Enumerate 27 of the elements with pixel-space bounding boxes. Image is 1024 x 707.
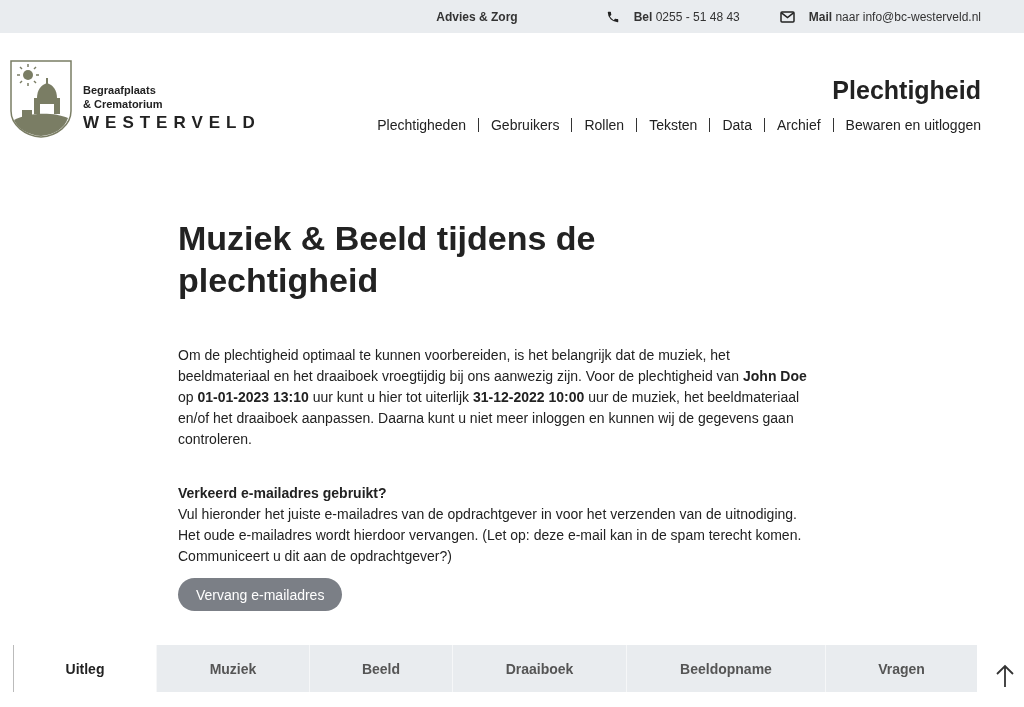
nav-link[interactable]: Bewaren en uitloggen bbox=[845, 117, 981, 133]
scroll-top-icon[interactable] bbox=[995, 663, 1015, 688]
logo-name: WESTERVELD bbox=[83, 113, 261, 133]
email-paragraph: Vul hieronder het juiste e-mailadres van de opdrachtgever in voor het verzenden van de uitnodiging. Het oude e-mailadres wordt hierdoor vervangen. (Let op: deze e-mail kan in de spam terecht komen. Communiceert u dit aan de opdrachtgever?) bbox=[178, 505, 803, 566]
nav-link[interactable]: Teksten bbox=[649, 117, 698, 133]
heading: Muziek & Beeld tijdens de plechtigheid bbox=[178, 218, 597, 301]
replace-email-button[interactable]: Vervang e-mailadres bbox=[178, 578, 343, 611]
mail-link[interactable]: Mail naar info@bc-westerveld.nl bbox=[808, 9, 981, 24]
tab[interactable]: Beeldopname bbox=[626, 645, 825, 692]
phone-link[interactable]: Bel 0255 - 51 48 43 bbox=[633, 9, 740, 24]
nav-link[interactable]: Gebruikers bbox=[491, 117, 560, 133]
email-heading: Verkeerd e-mailadres gebruikt? bbox=[178, 484, 388, 503]
tab[interactable]: Draaiboek bbox=[452, 645, 626, 692]
logo-subtitle: & Crematorium bbox=[83, 97, 164, 111]
nav-link[interactable]: Rollen bbox=[584, 117, 625, 133]
mail-icon bbox=[779, 10, 795, 23]
phone-icon bbox=[605, 9, 620, 24]
advice-link[interactable]: Advies & Zorg bbox=[436, 9, 518, 24]
nav-link[interactable]: Archief bbox=[777, 117, 821, 133]
tab[interactable]: Vragen bbox=[825, 645, 977, 692]
nav-link[interactable]: Plechtigheden bbox=[377, 117, 466, 133]
tab[interactable]: Muziek bbox=[156, 645, 309, 692]
tab[interactable]: Beeld bbox=[309, 645, 452, 692]
nav-link[interactable]: Data bbox=[722, 117, 752, 133]
intro-paragraph: Om de plechtigheid optimaal te kunnen voorbereiden, is het belangrijk dat de muziek, het beeldmateriaal en het draaiboek vroegtijdig bij ons aanwezig zijn. Voor de plechtigheid van John Doe op 01-01-2023 13:10 uur kunt u hier tot uiterlijk 31-12-2022 10:00 uur de muziek, het beeldmateriaal en/of het draaiboek aanpassen. Daarna kunt u niet meer inloggen en kunnen wij de gegevens gaan controleren. bbox=[178, 346, 808, 449]
logo-subtitle: Begraafplaats bbox=[83, 83, 157, 97]
page-title: Plechtigheid bbox=[832, 76, 981, 105]
